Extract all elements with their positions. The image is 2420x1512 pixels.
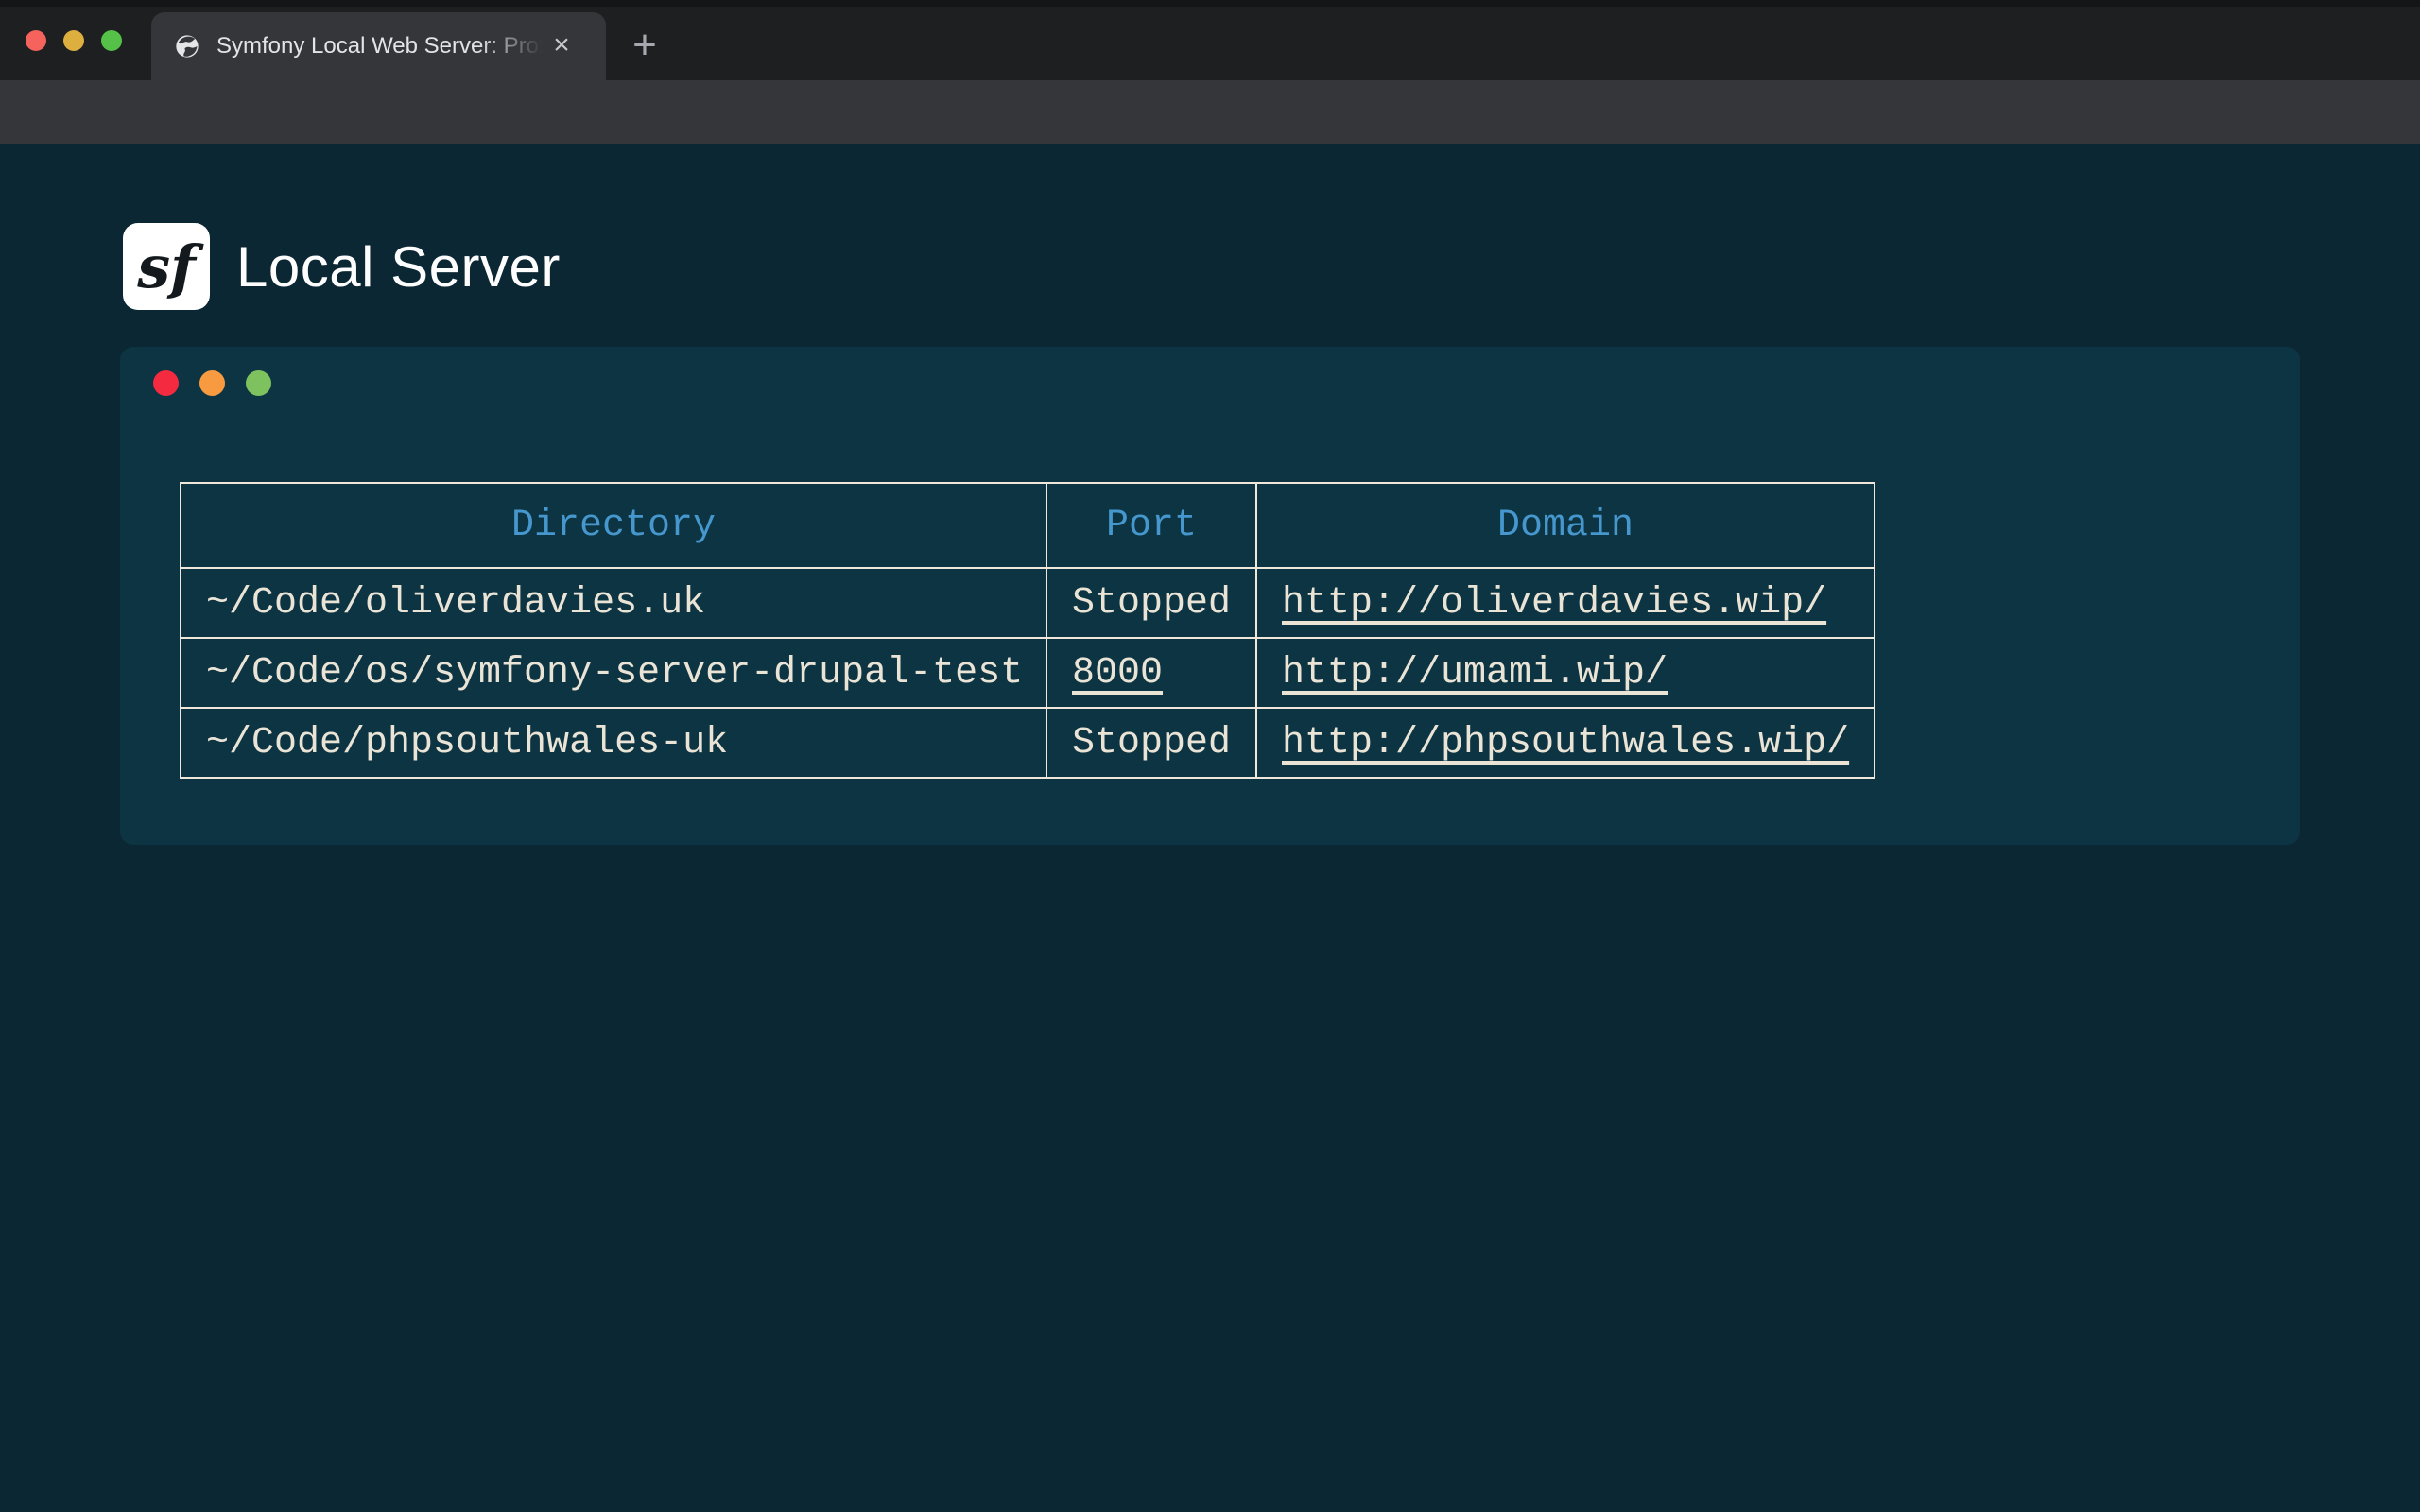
table-row: ~/Code/os/symfony-server-drupal-test 800… (181, 638, 1875, 708)
new-tab-button[interactable]: + (622, 24, 667, 69)
port-cell: 8000 (1046, 638, 1256, 708)
domain-cell: http://umami.wip/ (1256, 638, 1875, 708)
panel-dot-green (246, 370, 271, 396)
servers-table: Directory Port Domain ~/Code/oliverdavie… (180, 482, 1876, 779)
header-domain: Domain (1256, 483, 1875, 568)
window-minimize-button[interactable] (63, 30, 84, 51)
window-zoom-button[interactable] (101, 30, 122, 51)
port-status: Stopped (1046, 708, 1256, 778)
tab-strip: Symfony Local Web Server: Prox × + (0, 0, 2420, 80)
globe-icon (174, 33, 200, 60)
table-header-row: Directory Port Domain (181, 483, 1875, 568)
domain-link[interactable]: http://umami.wip/ (1282, 652, 1668, 695)
panel-window-dots (153, 370, 271, 396)
window-controls (26, 30, 122, 51)
panel-dot-orange (199, 370, 225, 396)
domain-cell: http://oliverdavies.wip/ (1256, 568, 1875, 638)
panel-dot-red (153, 370, 179, 396)
table-row: ~/Code/phpsouthwales-uk Stopped http://p… (181, 708, 1875, 778)
page-content: sf Local Server Directory Port Domain ~/… (0, 144, 2420, 1512)
page-title: Local Server (236, 234, 561, 300)
header-directory: Directory (181, 483, 1046, 568)
domain-link[interactable]: http://phpsouthwales.wip/ (1282, 722, 1849, 765)
browser-tab[interactable]: Symfony Local Web Server: Prox × (151, 12, 606, 80)
tab-title: Symfony Local Web Server: Prox (216, 33, 543, 60)
server-panel: Directory Port Domain ~/Code/oliverdavie… (120, 347, 2300, 845)
domain-cell: http://phpsouthwales.wip/ (1256, 708, 1875, 778)
directory-cell: ~/Code/os/symfony-server-drupal-test (181, 638, 1046, 708)
domain-link[interactable]: http://oliverdavies.wip/ (1282, 582, 1826, 625)
port-link[interactable]: 8000 (1072, 652, 1163, 695)
window-close-button[interactable] (26, 30, 46, 51)
brand-header: sf Local Server (123, 223, 561, 310)
directory-cell: ~/Code/oliverdavies.uk (181, 568, 1046, 638)
port-status: Stopped (1046, 568, 1256, 638)
directory-cell: ~/Code/phpsouthwales-uk (181, 708, 1046, 778)
browser-toolbar: localhost:7080 •••| U V A h (0, 80, 2420, 144)
symfony-logo-text: sf (137, 232, 196, 301)
tab-close-icon[interactable]: × (544, 29, 579, 63)
table-row: ~/Code/oliverdavies.uk Stopped http://ol… (181, 568, 1875, 638)
symfony-logo: sf (123, 223, 210, 310)
header-port: Port (1046, 483, 1256, 568)
